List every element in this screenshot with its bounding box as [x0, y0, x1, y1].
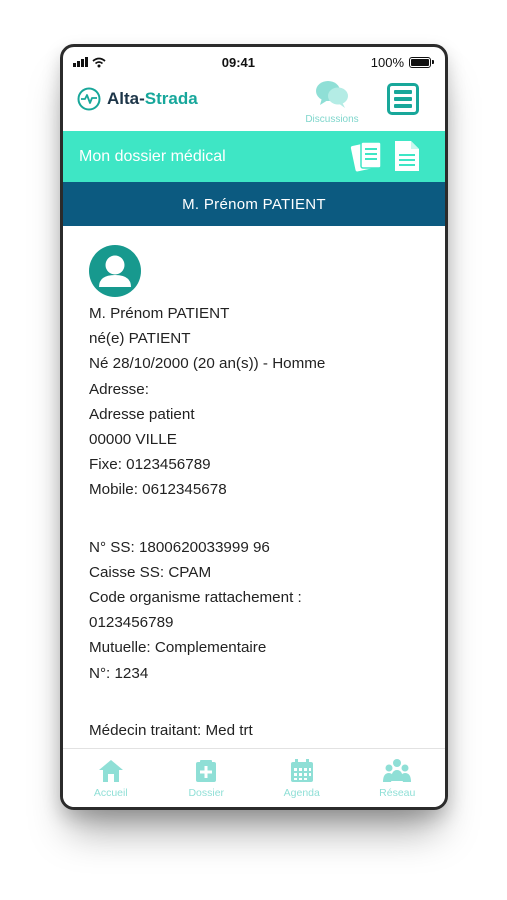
chat-bubbles-icon — [316, 81, 348, 108]
attending-doctor: Médecin traitant: Med trt — [89, 721, 253, 739]
section-actions — [349, 138, 421, 174]
phone-frame: 09:41 100% Alta-Strada Discussions Mon d… — [60, 44, 448, 810]
home-icon — [98, 760, 123, 782]
address-street: Adresse patient — [89, 405, 195, 423]
organism-code-value: 0123456789 — [89, 614, 174, 632]
battery-status: 100% — [370, 54, 434, 70]
insurance-block: N° SS: 1800620033999 96 Caisse SS: CPAM … — [89, 535, 429, 686]
section-header: Mon dossier médical — [63, 131, 445, 182]
social-security-number: N° SS: 1800620033999 96 — [89, 538, 270, 556]
address-label: Adresse: — [89, 380, 149, 398]
menu-line — [394, 90, 412, 94]
tab-folder-label: Dossier — [188, 787, 225, 799]
organism-code-label: Code organisme rattachement : — [89, 589, 302, 607]
tab-agenda[interactable]: Agenda — [262, 757, 342, 799]
status-bar: 09:41 100% — [63, 47, 445, 77]
document-icon[interactable] — [393, 138, 421, 174]
patient-birth-date: Né 28/10/2000 (20 an(s)) - Homme — [89, 355, 326, 373]
brand-name: Alta-Strada — [107, 89, 198, 109]
app-header: Alta-Strada Discussions — [63, 77, 445, 131]
tab-network[interactable]: Réseau — [357, 757, 437, 799]
calendar-icon — [290, 759, 313, 782]
phone-mobile: Mobile: 0612345678 — [89, 481, 227, 499]
patient-name-header: M. Prénom PATIENT — [182, 195, 326, 213]
signal-icon — [73, 57, 88, 67]
patient-birth-name: né(e) PATIENT — [89, 330, 191, 348]
documents-icon[interactable] — [349, 138, 385, 174]
battery-percent: 100% — [370, 54, 404, 70]
status-time: 09:41 — [221, 54, 255, 70]
phone-landline: Fixe: 0123456789 — [89, 456, 211, 474]
status-indicators — [73, 57, 106, 68]
insurance-fund: Caisse SS: CPAM — [89, 563, 212, 581]
avatar — [89, 245, 141, 297]
mutual-number: N°: 1234 — [89, 664, 149, 682]
brand-logo[interactable]: Alta-Strada — [77, 87, 198, 111]
wifi-icon — [92, 57, 106, 67]
brand-name-part1: Alta- — [107, 89, 145, 108]
tab-home[interactable]: Accueil — [71, 757, 151, 799]
tab-home-label: Accueil — [93, 787, 128, 799]
mutual-insurance: Mutuelle: Complementaire — [89, 639, 267, 657]
heartbeat-logo-icon — [77, 87, 101, 111]
tab-network-label: Réseau — [379, 787, 416, 799]
discussions-label: Discussions — [305, 114, 359, 125]
menu-button[interactable] — [387, 83, 419, 115]
brand-name-part2: Strada — [144, 89, 198, 108]
tab-agenda-label: Agenda — [283, 787, 320, 799]
address-city: 00000 VILLE — [89, 431, 177, 449]
discussions-button[interactable]: Discussions — [299, 79, 365, 125]
medical-folder-icon — [196, 760, 217, 782]
network-people-icon — [383, 759, 412, 782]
identity-block: M. Prénom PATIENT né(e) PATIENT Né 28/10… — [89, 301, 429, 503]
menu-line — [394, 104, 412, 108]
tab-folder[interactable]: Dossier — [166, 757, 246, 799]
menu-line — [394, 97, 412, 101]
battery-icon — [409, 56, 434, 68]
user-icon — [99, 255, 131, 287]
patient-name-bar: M. Prénom PATIENT — [63, 182, 445, 226]
bottom-tab-bar: Accueil Dossier Agenda Réseau — [63, 748, 445, 807]
section-title: Mon dossier médical — [79, 147, 226, 165]
patient-details: M. Prénom PATIENT né(e) PATIENT Né 28/10… — [89, 245, 429, 768]
patient-full-name: M. Prénom PATIENT — [89, 305, 230, 322]
